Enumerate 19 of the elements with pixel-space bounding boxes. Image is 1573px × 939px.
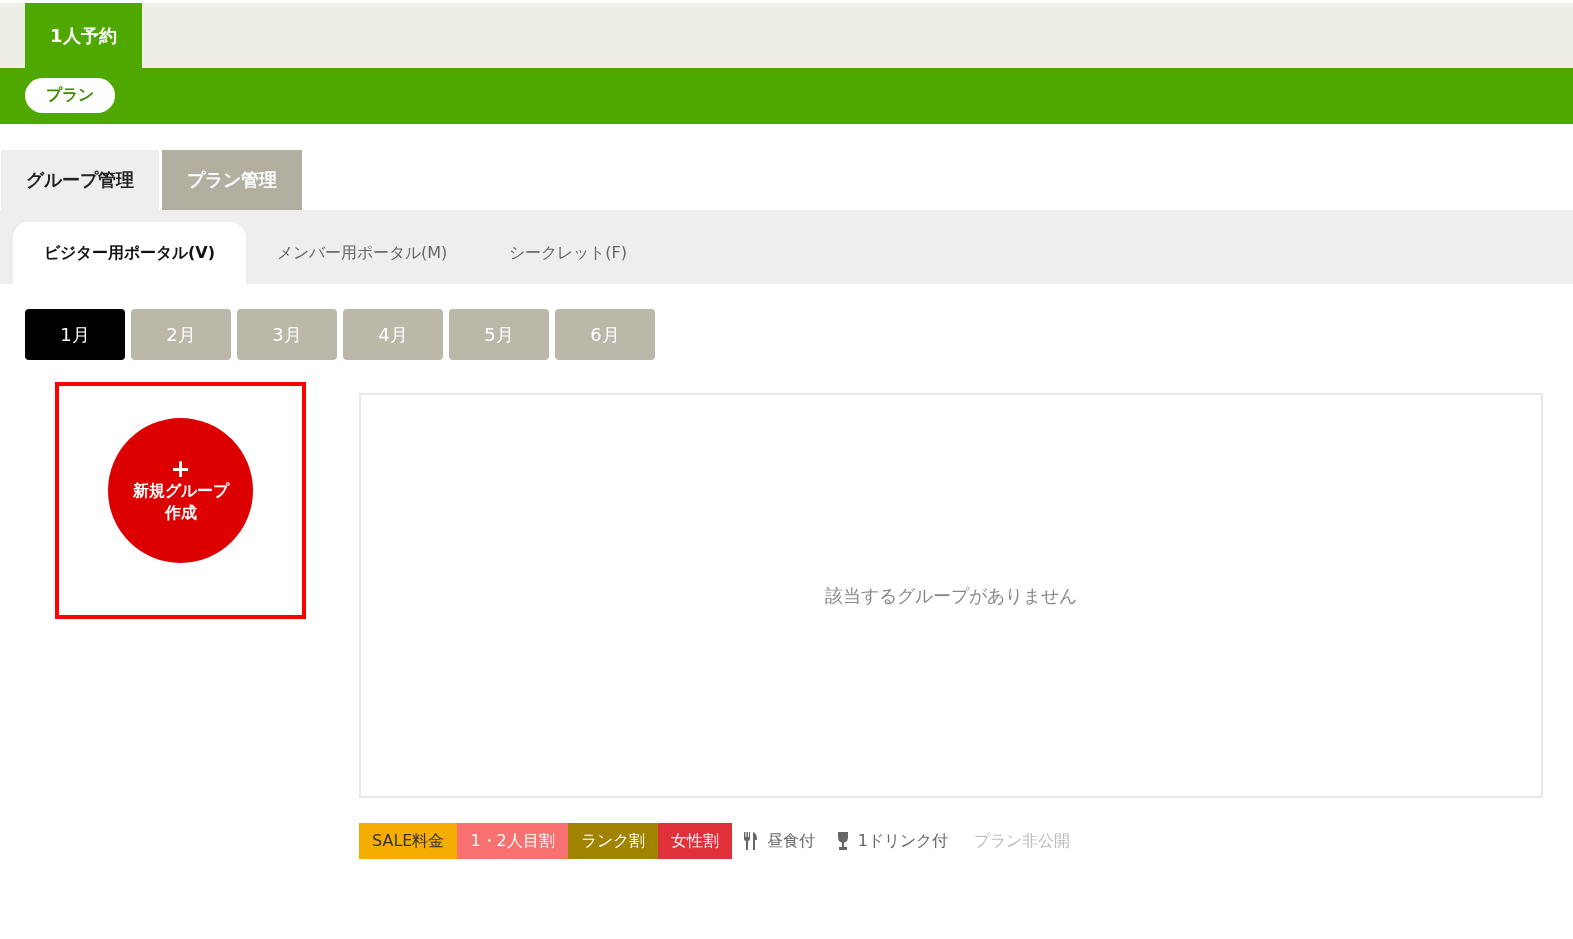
legend-tag: 1・2人目割 bbox=[457, 823, 568, 859]
legend-tag: 女性割 bbox=[657, 823, 732, 859]
portal-tab[interactable]: シークレット(F) bbox=[478, 222, 658, 284]
main-tab[interactable]: グループ管理 bbox=[1, 150, 159, 210]
main-tab[interactable]: プラン管理 bbox=[162, 150, 302, 210]
portal-tab[interactable]: ビジター用ポータル(V) bbox=[13, 222, 246, 284]
wine-glass-icon bbox=[836, 832, 849, 850]
legend-tag: ランク割 bbox=[567, 823, 658, 859]
plan-pill[interactable]: プラン bbox=[25, 78, 115, 113]
legend-tag: SALE料金 bbox=[359, 823, 458, 859]
legend-label: プラン非公開 bbox=[973, 830, 1070, 852]
empty-message: 該当するグループがありません bbox=[825, 583, 1077, 608]
portal-tab[interactable]: メンバー用ポータル(M) bbox=[246, 222, 479, 284]
new-group-button[interactable]: + 新規グループ作成 bbox=[108, 418, 253, 563]
legend-label: 1ドリンク付 bbox=[857, 830, 948, 852]
month-tab[interactable]: 1月 bbox=[25, 309, 125, 360]
booking-tab[interactable]: 1人予約 bbox=[25, 3, 142, 68]
fork-knife-icon bbox=[743, 832, 758, 850]
legend-label: 昼食付 bbox=[766, 830, 815, 852]
